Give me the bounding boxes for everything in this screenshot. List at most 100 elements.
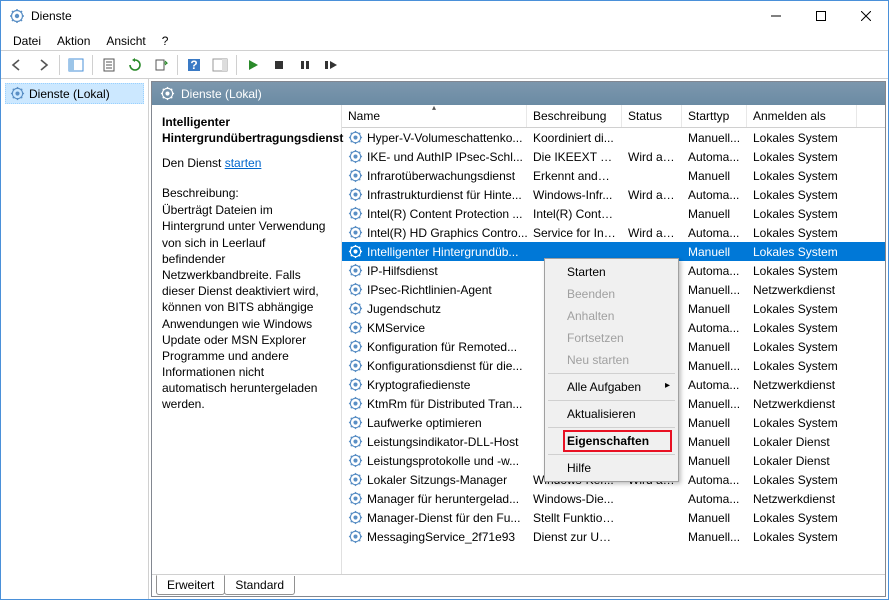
close-button[interactable] [843,2,888,30]
service-desc: Die IKEEXT di... [527,150,622,164]
ctx-resume[interactable]: Fortsetzen [547,327,676,349]
tree-root-label: Dienste (Lokal) [29,87,110,101]
menu-file[interactable]: Datei [5,32,49,50]
service-name: KtmRm für Distributed Tran... [367,397,522,411]
service-row[interactable]: IKE- und AuthIP IPsec-Schl...Die IKEEXT … [342,147,885,166]
service-logon: Lokales System [747,340,857,354]
service-desc: Stellt Funktion... [527,511,622,525]
service-row[interactable]: Manager-Dienst für den Fu...Stellt Funkt… [342,508,885,527]
menu-view[interactable]: Ansicht [98,32,153,50]
service-logon: Lokales System [747,188,857,202]
service-name: Kryptografiedienste [367,378,470,392]
service-stop-button[interactable] [267,53,291,77]
ctx-properties[interactable]: Eigenschaften [547,430,676,452]
column-status[interactable]: Status [622,105,682,127]
service-name: Hyper-V-Volumeschattenko... [367,131,522,145]
service-name: Jugendschutz [367,302,441,316]
list-header: Name▴ Beschreibung Status Starttyp Anmel… [342,105,885,128]
service-desc: Intel(R) Conte... [527,207,622,221]
service-icon [348,491,363,506]
content-header: Dienste (Lokal) [152,82,885,105]
service-logon: Lokales System [747,131,857,145]
service-row[interactable]: MessagingService_2f71e93Dienst zur Unt..… [342,527,885,546]
service-icon [348,358,363,373]
service-name: Intel(R) HD Graphics Contro... [367,226,527,240]
window: Dienste Datei Aktion Ansicht ? ? [0,0,889,600]
service-restart-button[interactable] [319,53,343,77]
tab-extended[interactable]: Erweitert [156,575,225,595]
tree-pane: Dienste (Lokal) [1,79,149,599]
service-logon: Lokales System [747,150,857,164]
tab-standard[interactable]: Standard [224,576,295,595]
ctx-refresh[interactable]: Aktualisieren [547,403,676,425]
service-icon [348,434,363,449]
service-name: Intel(R) Content Protection ... [367,207,522,221]
service-logon: Lokales System [747,359,857,373]
service-logon: Lokales System [747,473,857,487]
start-service-link[interactable]: starten [225,156,262,170]
menu-help[interactable]: ? [154,32,177,50]
export-button[interactable] [149,53,173,77]
service-icon [348,187,363,202]
menu-action[interactable]: Aktion [49,32,98,50]
titlebar: Dienste [1,1,888,31]
show-hide-tree-button[interactable] [64,53,88,77]
service-logon: Lokales System [747,169,857,183]
service-pause-button[interactable] [293,53,317,77]
refresh-button[interactable] [123,53,147,77]
service-start-button[interactable] [241,53,265,77]
service-name: Lokaler Sitzungs-Manager [367,473,507,487]
column-name[interactable]: Name▴ [342,105,527,127]
minimize-button[interactable] [753,2,798,30]
back-button[interactable] [5,53,29,77]
service-icon [348,244,363,259]
service-icon [348,225,363,240]
tree-root-services[interactable]: Dienste (Lokal) [5,83,144,104]
service-logon: Netzwerkdienst [747,397,857,411]
service-name: IPsec-Richtlinien-Agent [367,283,492,297]
maximize-button[interactable] [798,2,843,30]
column-logon[interactable]: Anmelden als [747,105,857,127]
content-pane: Dienste (Lokal) Intelligenter Hintergrun… [151,81,886,597]
service-icon [348,168,363,183]
ctx-pause[interactable]: Anhalten [547,305,676,327]
help-button[interactable]: ? [182,53,206,77]
service-row[interactable]: Infrastrukturdienst für Hinte...Windows-… [342,185,885,204]
window-title: Dienste [31,9,753,23]
submenu-arrow-icon: ▸ [665,380,670,391]
service-starttype: Manuell [682,245,747,259]
description-pane: Intelligenter Hintergrundübertragungsdie… [152,105,342,574]
service-logon: Netzwerkdienst [747,492,857,506]
service-name: Leistungsindikator-DLL-Host [367,435,518,449]
ctx-help[interactable]: Hilfe [547,457,676,479]
service-row[interactable]: Intel(R) HD Graphics Contro...Service fo… [342,223,885,242]
service-starttype: Manuell... [682,397,747,411]
column-starttype[interactable]: Starttyp [682,105,747,127]
description-text: Überträgt Dateien im Hintergrund unter V… [162,202,331,412]
service-row[interactable]: Hyper-V-Volumeschattenko...Koordiniert d… [342,128,885,147]
ctx-restart[interactable]: Neu starten [547,349,676,371]
properties-button[interactable] [97,53,121,77]
service-logon: Lokaler Dienst [747,435,857,449]
content-header-label: Dienste (Lokal) [181,87,262,101]
service-logon: Netzwerkdienst [747,283,857,297]
service-row[interactable]: Manager für heruntergelad...Windows-Die.… [342,489,885,508]
service-desc: Service for Int... [527,226,622,240]
service-icon [348,130,363,145]
service-icon [348,339,363,354]
ctx-all-tasks[interactable]: Alle Aufgaben▸ [547,376,676,398]
service-icon [348,263,363,278]
service-row[interactable]: Intel(R) Content Protection ... Intel(R) … [342,204,885,223]
ctx-stop[interactable]: Beenden [547,283,676,305]
service-logon: Netzwerkdienst [747,378,857,392]
column-description[interactable]: Beschreibung [527,105,622,127]
forward-button[interactable] [31,53,55,77]
show-hide-action-button[interactable] [208,53,232,77]
service-row[interactable]: InfrarotüberwachungsdienstErkennt ander.… [342,166,885,185]
sort-asc-icon: ▴ [432,105,436,112]
service-starttype: Automa... [682,226,747,240]
ctx-start[interactable]: Starten [547,261,676,283]
ctx-separator [548,373,675,374]
service-starttype: Automa... [682,473,747,487]
service-starttype: Automa... [682,378,747,392]
